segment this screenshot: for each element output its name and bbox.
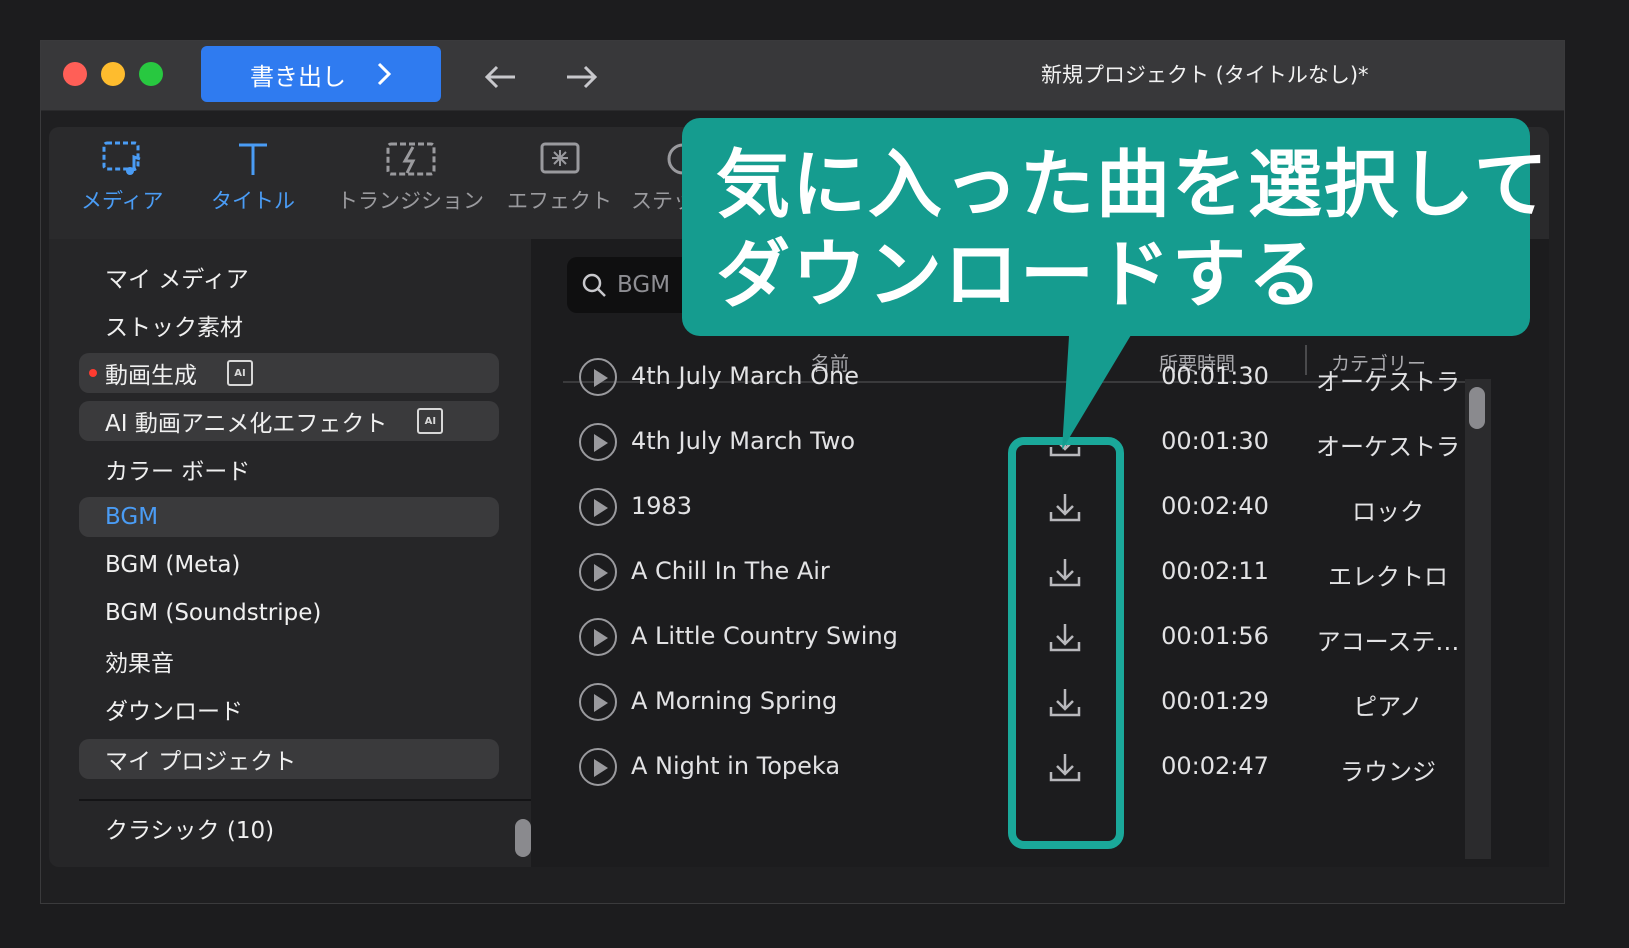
track-duration: 00:01:56 [1161,622,1269,650]
sidebar-item-sound-effects[interactable]: 効果音 [79,641,499,681]
tab-effect-label: エフェクト [507,189,612,213]
sidebar-item-stock[interactable]: ストック素材 [79,305,499,345]
track-name: 4th July March One [631,362,859,390]
track-duration: 00:02:40 [1161,492,1269,520]
download-column-highlight [1008,437,1124,849]
tab-title-label: タイトル [211,189,295,213]
redo-arrow-icon[interactable] [561,55,601,95]
zoom-window-button[interactable] [139,62,163,86]
project-title: 新規プロジェクト (タイトルなし)* [1041,63,1369,87]
new-indicator-dot [89,369,97,377]
sidebar-item-label: カラー ボード [105,459,251,485]
sidebar-item-my-project[interactable]: マイ プロジェクト [79,739,499,779]
sidebar-item-label: 動画生成 [105,363,197,389]
callout-line-1: 気に入った曲を選択して [716,142,1550,228]
play-icon[interactable] [579,683,617,721]
minimize-window-button[interactable] [101,62,125,86]
tab-transition-label: トランジション [337,189,484,213]
sidebar-item-label: 効果音 [105,651,174,677]
callout-line-2: ダウンロードする [716,232,1324,318]
title-bar: 書き出し 新規プロジェクト (タイトルなし)* [41,41,1564,111]
sidebar-item-label: BGM (Meta) [105,552,241,578]
sidebar-item-label: ダウンロード [105,699,243,725]
sidebar-item-downloads[interactable]: ダウンロード [79,689,499,729]
search-value: BGM [617,272,671,298]
track-category: ロック [1352,498,1424,526]
sticker-icon [667,143,685,175]
play-icon[interactable] [579,488,617,526]
sidebar-item-label: マイ メディア [105,267,249,293]
track-category: ラウンジ [1340,758,1436,786]
export-label: 書き出し [250,62,346,91]
track-category: ピアノ [1353,693,1423,721]
track-category: オーケストラ [1316,433,1460,461]
callout-pointer [1062,320,1140,450]
sidebar-item-label: ストック素材 [105,315,243,341]
tab-media[interactable]: メディア [81,139,164,215]
track-name: A Night in Topeka [631,752,841,780]
play-icon[interactable] [579,553,617,591]
instruction-callout: 気に入った曲を選択して ダウンロードする [682,118,1550,336]
ai-badge-icon: AI [417,408,444,434]
title-icon [239,143,267,175]
track-name: A Little Country Swing [631,622,898,650]
tab-media-label: メディア [81,189,164,213]
ai-badge-icon: AI [227,360,253,386]
sidebar-scrollbar[interactable] [515,819,531,857]
sidebar-item-label: マイ プロジェクト [105,749,297,775]
track-name: A Chill In The Air [631,557,830,585]
table-row[interactable]: 4th July March One 00:01:30 オーケストラ [579,346,1475,408]
sidebar-item-color-board[interactable]: カラー ボード [79,449,499,489]
play-icon[interactable] [579,358,617,396]
track-category: アコーステ… [1316,628,1460,656]
sidebar-item-bgm-soundstripe[interactable]: BGM (Soundstripe) [79,593,499,633]
undo-arrow-icon[interactable] [481,55,521,95]
track-name: 1983 [631,492,693,520]
sidebar-item-label: BGM (Soundstripe) [105,600,322,626]
track-duration: 00:01:30 [1161,362,1269,390]
sidebar-item-bgm[interactable]: BGM [79,497,499,537]
track-name: A Morning Spring [631,687,838,715]
sidebar-item-label: AI 動画アニメ化エフェクト [105,411,388,437]
track-category: オーケストラ [1316,368,1460,396]
sidebar-item-my-media[interactable]: マイ メディア [79,257,499,297]
track-category: エレクトロ [1328,563,1448,591]
track-name: 4th July March Two [631,427,856,455]
effect-icon [540,142,579,174]
play-icon[interactable] [579,423,617,461]
tab-title[interactable]: タイトル [211,139,295,215]
sidebar-item-label: BGM [105,504,159,530]
category-sidebar: マイ メディア ストック素材 動画生成 AI AI 動画アニメ化エフェクト AI… [49,239,531,867]
track-duration: 00:01:29 [1161,687,1269,715]
track-duration: 00:02:11 [1161,557,1269,585]
search-icon [582,273,606,297]
tab-transition[interactable]: トランジション [337,139,484,215]
close-window-button[interactable] [63,62,87,86]
media-icon [102,141,141,175]
sidebar-item-video-generation[interactable]: 動画生成 AI [79,353,499,393]
chevron-right-icon [377,62,392,86]
sidebar-item-classic[interactable]: クラシック (10) [105,811,274,845]
export-button[interactable]: 書き出し [201,46,441,102]
tab-effect[interactable]: エフェクト [507,139,612,215]
track-duration: 00:01:30 [1161,427,1269,455]
sidebar-item-bgm-meta[interactable]: BGM (Meta) [79,545,499,585]
sidebar-divider [79,799,531,801]
play-icon[interactable] [579,748,617,786]
sidebar-item-ai-anime-effect[interactable]: AI 動画アニメ化エフェクト AI [79,401,499,441]
track-duration: 00:02:47 [1161,752,1269,780]
play-icon[interactable] [579,618,617,656]
transition-icon [386,142,435,176]
